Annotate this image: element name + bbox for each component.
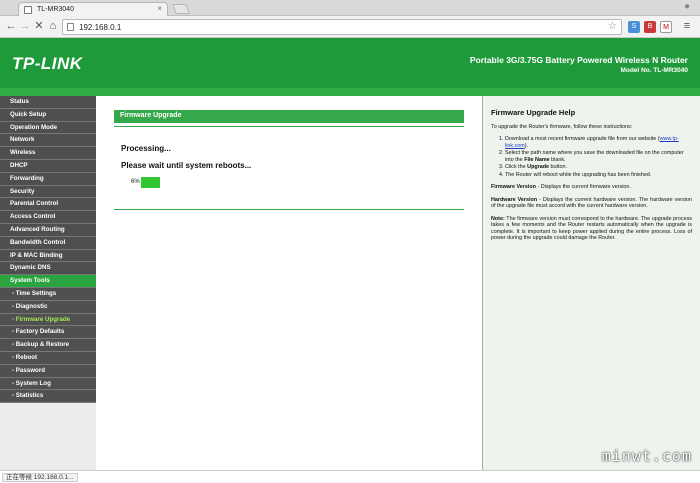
profile-icon[interactable]: ● bbox=[684, 1, 696, 15]
brand-logo: TP-LINK bbox=[12, 54, 83, 73]
wait-message: Please wait until system reboots... bbox=[121, 161, 252, 170]
progress-bar bbox=[141, 177, 161, 188]
sidebar-item-statistics[interactable]: - Statistics bbox=[0, 390, 96, 404]
sidebar-item-time-settings[interactable]: - Time Settings bbox=[0, 287, 96, 301]
home-icon[interactable]: ⌂ bbox=[46, 19, 60, 33]
sidebar-item-quick-setup[interactable]: Quick Setup bbox=[0, 108, 96, 122]
help-intro: To upgrade the Router's firmware, follow… bbox=[491, 123, 633, 130]
section-title: Firmware Upgrade bbox=[114, 110, 464, 123]
sidebar-item-factory-defaults[interactable]: - Factory Defaults bbox=[0, 326, 96, 340]
status-text: 正在等候 192.168.0.1... bbox=[2, 473, 78, 482]
stop-icon[interactable]: ✕ bbox=[32, 19, 46, 33]
sidebar-item-forwarding[interactable]: Forwarding bbox=[0, 172, 96, 186]
sidebar-item-dhcp[interactable]: DHCP bbox=[0, 159, 96, 173]
sidebar-item-parental-control[interactable]: Parental Control bbox=[0, 198, 96, 212]
sidebar-item-advanced-routing[interactable]: Advanced Routing bbox=[0, 223, 96, 237]
sidebar-item-dynamic-dns[interactable]: Dynamic DNS bbox=[0, 262, 96, 276]
sidebar-item-diagnostic[interactable]: - Diagnostic bbox=[0, 300, 96, 314]
browser-tab[interactable]: TL-MR3040 × bbox=[18, 2, 168, 16]
help-title: Firmware Upgrade Help bbox=[491, 108, 576, 117]
help-firmware-version: Firmware Version - Displays the current … bbox=[491, 184, 631, 190]
bookmark-star-icon[interactable]: ☆ bbox=[608, 21, 617, 32]
browser-status-bar: 正在等候 192.168.0.1... bbox=[0, 470, 700, 483]
help-step: The Router will reboot while the upgradi… bbox=[505, 172, 692, 179]
progress-label: 6% bbox=[131, 179, 140, 185]
sidebar-item-ip-mac-binding[interactable]: IP & MAC Binding bbox=[0, 249, 96, 263]
tab-bar: TL-MR3040 × ● bbox=[0, 0, 700, 16]
sidebar-item-security[interactable]: Security bbox=[0, 185, 96, 199]
sidebar-item-reboot[interactable]: - Reboot bbox=[0, 351, 96, 365]
sidebar-item-system-tools[interactable]: System Tools bbox=[0, 275, 96, 288]
help-step: Download a most recent firmware upgrade … bbox=[505, 136, 692, 149]
menu-icon[interactable]: ≡ bbox=[680, 19, 694, 33]
sidebar-item-system-log[interactable]: - System Log bbox=[0, 377, 96, 391]
sidebar-item-bandwidth-control[interactable]: Bandwidth Control bbox=[0, 236, 96, 250]
extension-icon[interactable]: S bbox=[628, 21, 640, 33]
sidebar-item-operation-mode[interactable]: Operation Mode bbox=[0, 121, 96, 135]
watermark: minwt.com bbox=[601, 447, 692, 465]
new-tab-button[interactable] bbox=[172, 4, 190, 14]
section-divider-bottom bbox=[114, 209, 464, 210]
sidebar-item-firmware-upgrade[interactable]: - Firmware Upgrade bbox=[0, 313, 96, 327]
sidebar-item-access-control[interactable]: Access Control bbox=[0, 211, 96, 224]
tab-title: TL-MR3040 bbox=[37, 6, 74, 13]
help-panel: Firmware Upgrade Help To upgrade the Rou… bbox=[482, 96, 700, 470]
gmail-icon[interactable]: M bbox=[660, 21, 672, 33]
sidebar-item-wireless[interactable]: Wireless bbox=[0, 147, 96, 160]
help-step: Select the path name where you save the … bbox=[505, 150, 692, 163]
extension-icon[interactable]: B bbox=[644, 21, 656, 33]
forward-icon[interactable]: → bbox=[18, 19, 32, 33]
product-name: Portable 3G/3.75G Battery Powered Wirele… bbox=[469, 55, 688, 65]
browser-toolbar: ← → ✕ ⌂ 192.168.0.1 ☆ S B M ≡ bbox=[0, 16, 700, 38]
progress-fill bbox=[141, 177, 160, 188]
sidebar-item-network[interactable]: Network bbox=[0, 134, 96, 148]
help-steps: Download a most recent firmware upgrade … bbox=[505, 136, 692, 178]
main-content: Firmware Upgrade Processing... Please wa… bbox=[96, 96, 482, 470]
sidebar-item-backup-restore[interactable]: - Backup & Restore bbox=[0, 339, 96, 352]
processing-text: Processing... bbox=[121, 144, 171, 153]
page-favicon-icon bbox=[24, 6, 32, 14]
section-divider bbox=[114, 126, 464, 127]
back-icon[interactable]: ← bbox=[4, 19, 18, 33]
help-note: Note: The firmware version must correspo… bbox=[491, 215, 692, 242]
page-icon bbox=[67, 23, 74, 31]
tab-close-icon[interactable]: × bbox=[157, 4, 162, 13]
help-hardware-version: Hardware Version - Displays the current … bbox=[491, 196, 692, 210]
sidebar-filler bbox=[0, 403, 96, 470]
model-number: Model No. TL-MR3040 bbox=[620, 67, 688, 74]
address-bar-url: 192.168.0.1 bbox=[79, 23, 122, 32]
sidebar-item-status[interactable]: Status bbox=[0, 96, 96, 109]
sidebar-menu: Status Quick Setup Operation Mode Network Wi… bbox=[0, 96, 96, 404]
sidebar-item-password[interactable]: - Password bbox=[0, 364, 96, 378]
help-step: Click the Upgrade button. bbox=[505, 164, 692, 171]
address-bar[interactable]: 192.168.0.1 ☆ bbox=[62, 19, 622, 35]
header-stripe bbox=[0, 88, 700, 96]
